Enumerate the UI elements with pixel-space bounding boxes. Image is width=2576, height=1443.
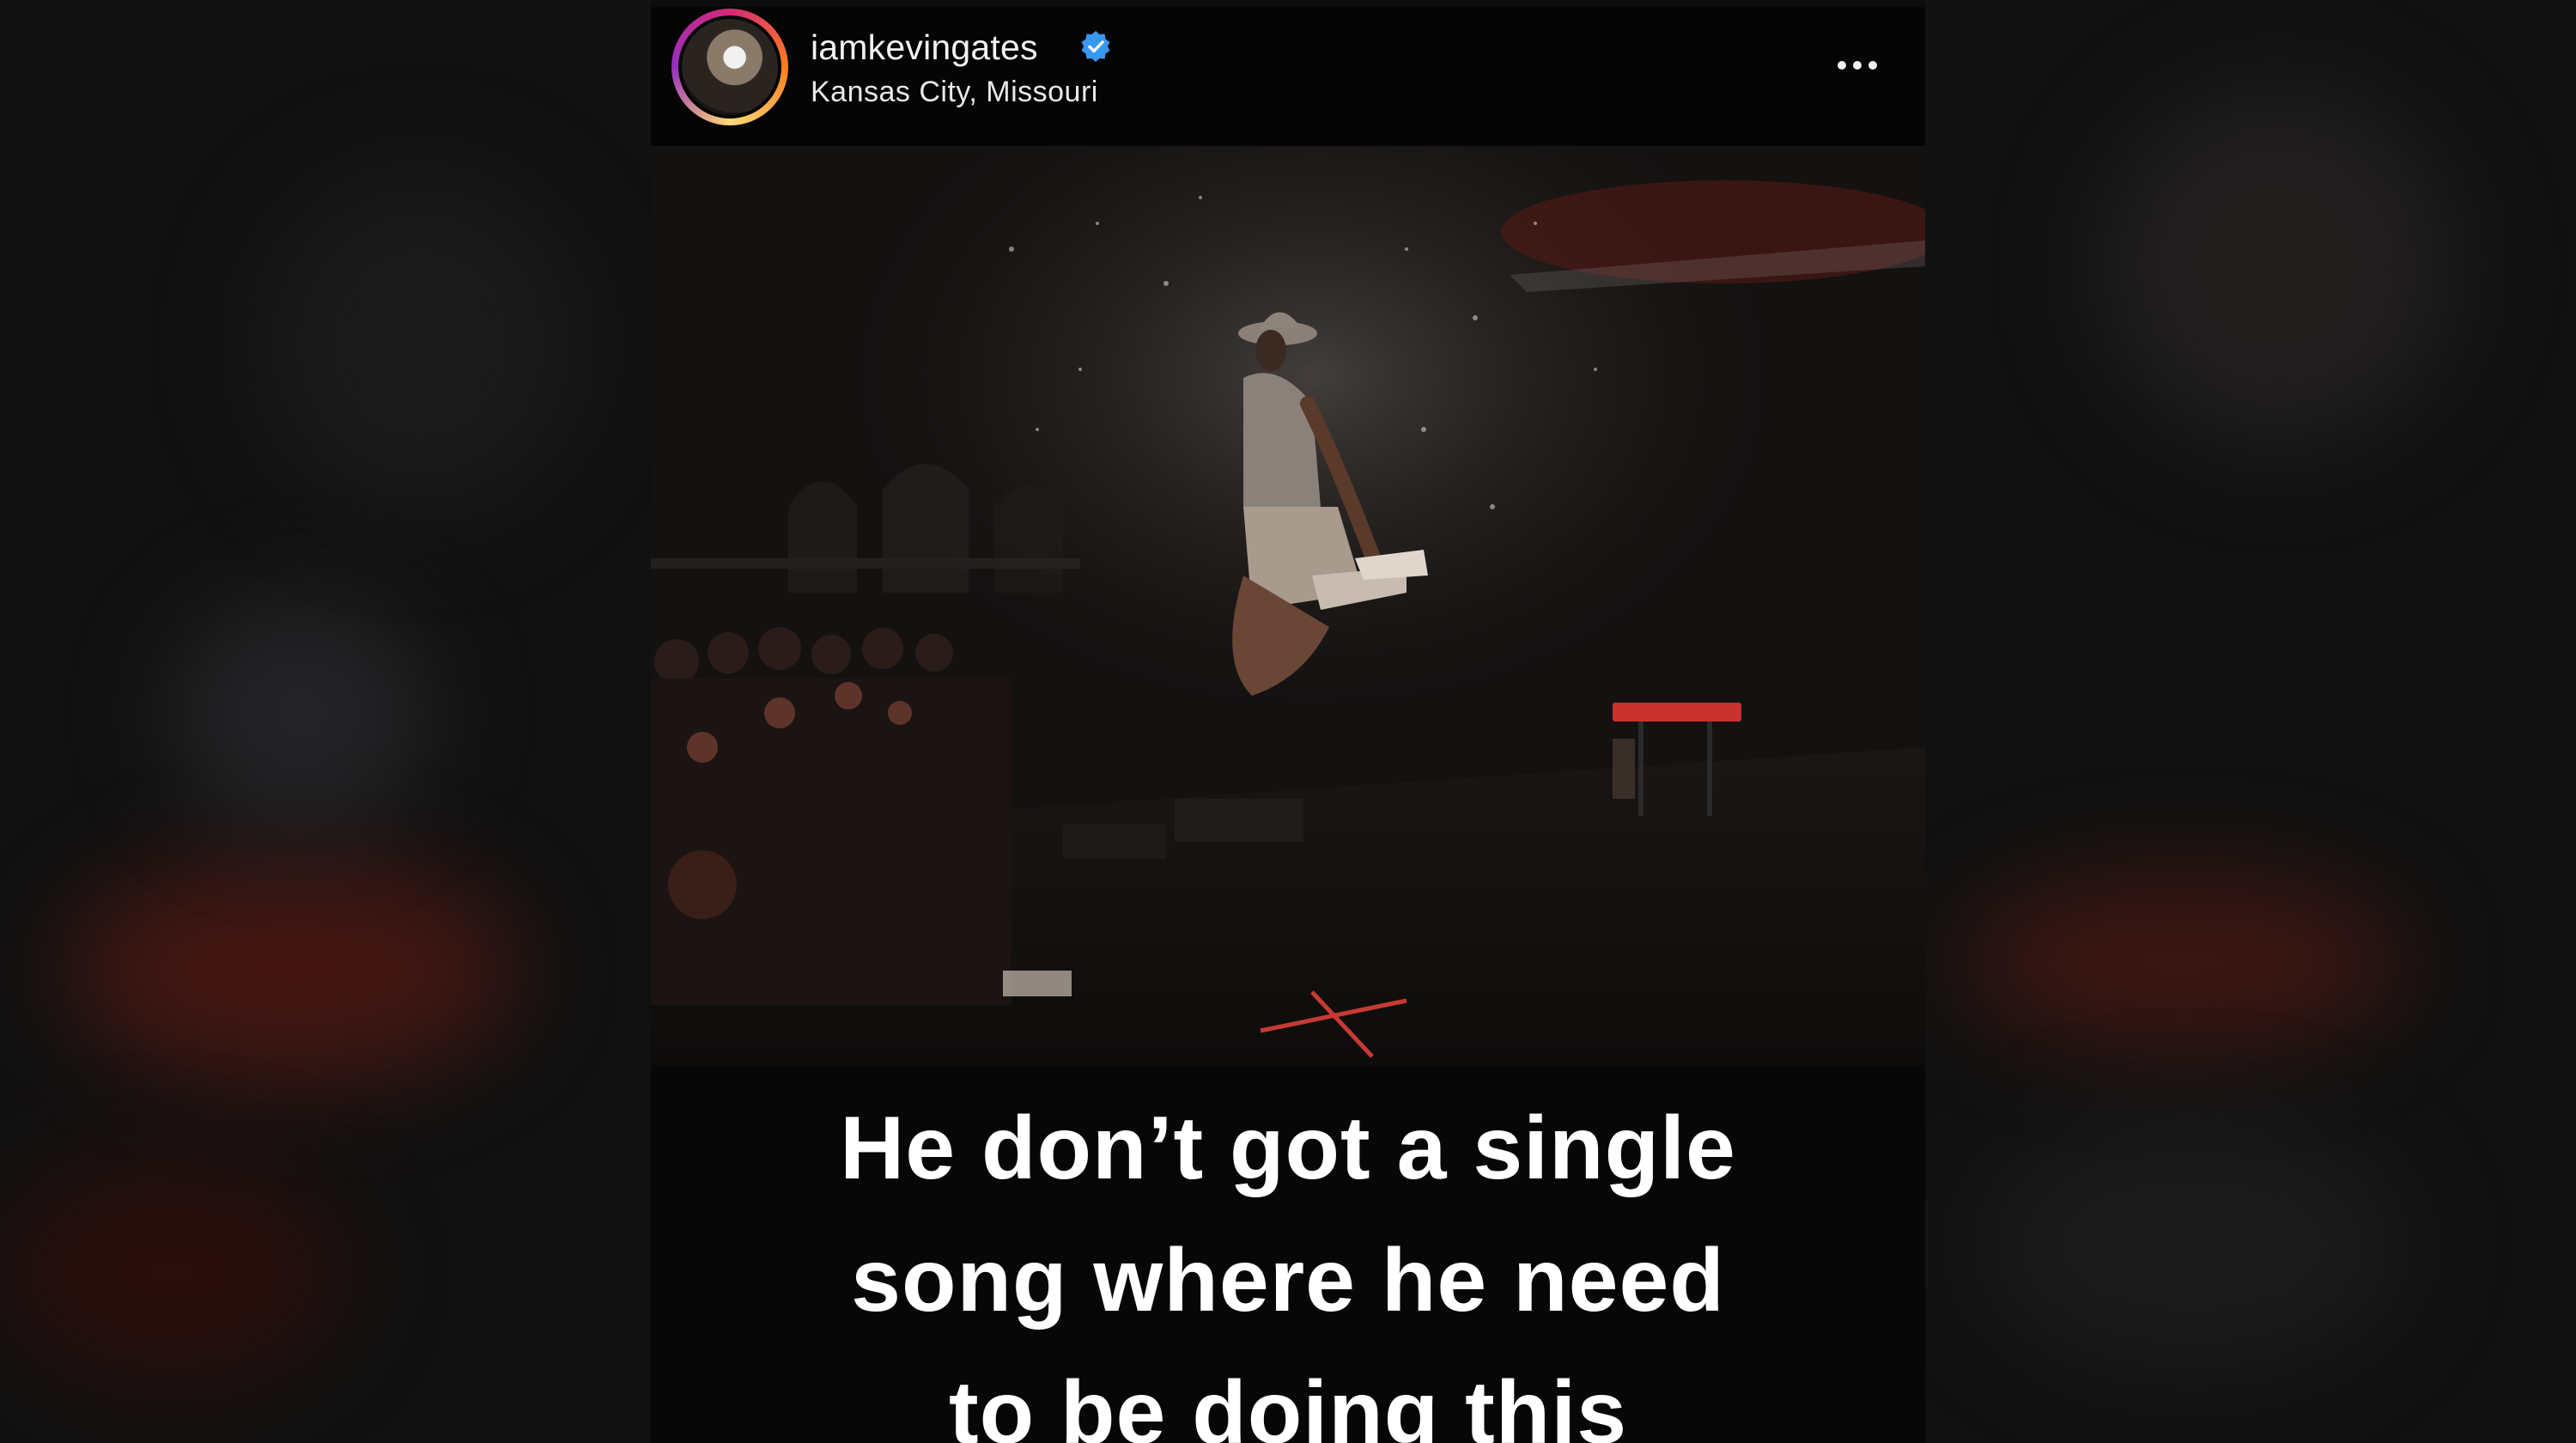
crowd [651, 627, 1012, 1005]
username[interactable]: iamkevingates [811, 27, 1038, 68]
caption-line: to be doing this [948, 1363, 1628, 1443]
more-dot [1853, 61, 1862, 70]
concert-photo-illustration [651, 146, 1925, 1065]
post-header: iamkevingates Kansas City, Missouri [651, 7, 1925, 144]
caption-line: He don’t got a single [840, 1099, 1736, 1198]
more-dot [1868, 61, 1877, 70]
post-location[interactable]: Kansas City, Missouri [811, 76, 1098, 109]
post-caption: He don’t got a single song where he need… [651, 1065, 1925, 1443]
instagram-post-card: iamkevingates Kansas City, Missouri He d… [651, 7, 1925, 1443]
more-dot [1838, 61, 1846, 70]
caption-line: song where he need [851, 1231, 1725, 1330]
post-photo-concert [651, 146, 1925, 1065]
blurred-backdrop-right [1925, 0, 2576, 1443]
screenshot-stage: iamkevingates Kansas City, Missouri He d… [0, 0, 2576, 1443]
blurred-backdrop-left [0, 0, 651, 1443]
avatar-story-ring[interactable] [671, 9, 788, 125]
avatar[interactable] [678, 15, 781, 119]
more-options-icon[interactable] [1827, 48, 1887, 82]
verified-badge-icon [1081, 31, 1110, 62]
